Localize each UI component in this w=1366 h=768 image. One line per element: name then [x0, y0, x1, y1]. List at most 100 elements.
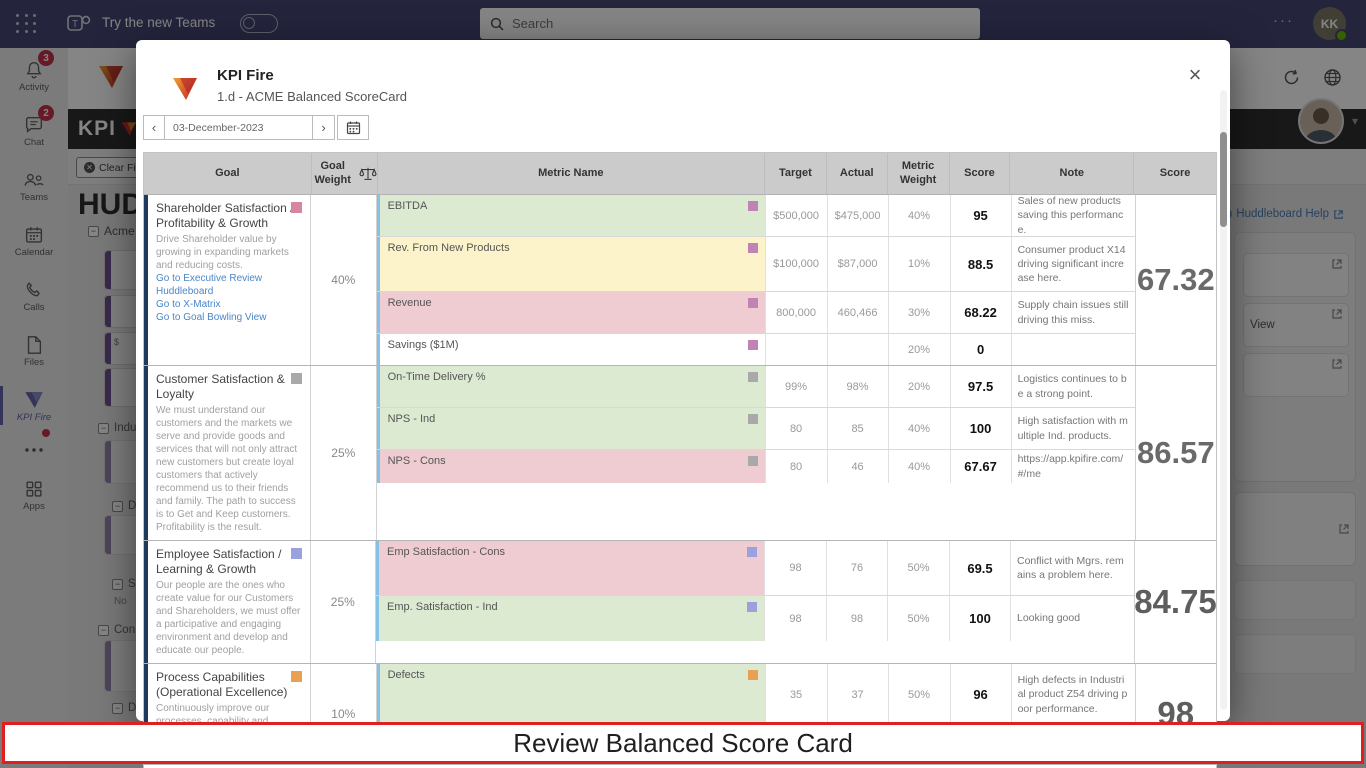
metric-score-cell: 69.5 [949, 541, 1010, 595]
metric-row: NPS - Cons 80 46 40% 67.67 https://app.kpifir… [376, 450, 1135, 483]
metric-actual-cell: $475,000 [826, 195, 888, 236]
metric-actual-cell: 37 [826, 664, 888, 725]
date-field[interactable]: 03-December-2023 [165, 115, 313, 140]
metric-score-cell: 67.67 [949, 450, 1011, 483]
metric-name-cell: Savings ($1M) [376, 334, 765, 365]
metric-score-cell: 88.5 [949, 237, 1011, 291]
metric-color-square [747, 372, 758, 382]
metric-actual-cell: 460,466 [826, 292, 888, 333]
metrics-column: EBITDA $500,000 $475,000 40% 95 Sales of new … [376, 195, 1135, 365]
metric-color-square [747, 243, 758, 253]
metric-target-cell: 35 [764, 664, 827, 725]
column-header-label: Target [778, 166, 812, 179]
metric-name-cell: NPS - Ind [376, 408, 765, 449]
column-header-metric-name: Metric Name [378, 153, 765, 194]
table-header-row: Goal Goal Weight Metric Name Target Actual Me… [144, 153, 1216, 195]
goal-group-row: Shareholder Satisfaction / Profitability… [144, 195, 1217, 366]
metric-target-cell [764, 334, 827, 365]
metric-weight-cell: 40% [887, 408, 950, 449]
metric-row: Defects 35 37 50% 96 High defects in Industri… [376, 664, 1135, 726]
metric-weight-cell: 40% [887, 195, 950, 236]
column-header-label: Note [1059, 166, 1084, 179]
goal-cell: Customer Satisfaction & Loyalty We must u… [144, 366, 311, 540]
metric-note-cell: Sales of new products saving this perfor… [1010, 195, 1135, 236]
metric-note-cell: https://app.kpifire.com/#/me [1010, 450, 1135, 483]
column-header-label: Metric Name [538, 166, 604, 179]
metric-weight-cell: 50% [887, 596, 949, 641]
metric-weight-cell: 20% [887, 334, 950, 365]
metric-score-cell: 97.5 [949, 366, 1011, 407]
calendar-picker-button[interactable] [337, 115, 369, 140]
metric-score-cell: 95 [949, 195, 1011, 236]
goal-score-cell: 86.57 [1134, 366, 1217, 540]
kpifire-scorecard-modal: × KPI Fire 1.d - ACME Balanced ScoreCard… [136, 40, 1230, 768]
goal-link[interactable]: Go to Goal Bowling View [156, 311, 302, 324]
metric-score-cell: 100 [949, 596, 1010, 641]
banner-label: Review Balanced Score Card [513, 727, 853, 758]
goal-weight-cell: 40% [311, 195, 377, 365]
metrics-column: Emp Satisfaction - Cons 98 76 50% 69.5 Confli… [376, 541, 1134, 663]
metric-note-cell: Looking good [1010, 596, 1134, 641]
column-header-label: Goal [215, 166, 240, 179]
next-date-button[interactable]: › [313, 115, 335, 140]
goal-color-square [290, 548, 302, 559]
metric-name-cell: Emp. Satisfaction - Ind [376, 596, 764, 641]
metric-name-cell: NPS - Cons [376, 450, 765, 483]
metrics-column: On-Time Delivery % 99% 98% 20% 97.5 Logistics… [376, 366, 1135, 540]
goal-name: Process Capabilities (Operational Excell… [156, 670, 288, 699]
metric-actual-cell: 46 [826, 450, 888, 483]
metric-color-square [747, 340, 758, 350]
metric-color-square [747, 298, 758, 308]
column-header-label: Score [964, 166, 995, 179]
column-header-label: Score [1159, 166, 1191, 179]
goal-weight-cell: 25% [310, 541, 376, 663]
metric-row: EBITDA $500,000 $475,000 40% 95 Sales of new … [376, 195, 1135, 237]
column-header-label: Goal Weight [314, 159, 351, 186]
column-header-score: Score [950, 153, 1011, 194]
modal-subtitle: 1.d - ACME Balanced ScoreCard [217, 89, 408, 104]
column-header-label: Metric Weight [899, 159, 937, 186]
metric-row: Savings ($1M) 20% 0 [376, 334, 1135, 365]
metric-actual-cell: 98% [826, 366, 888, 407]
metric-actual-cell [826, 334, 888, 365]
metric-target-cell: 98 [764, 541, 826, 595]
metric-score-cell: 68.22 [949, 292, 1011, 333]
close-icon[interactable]: × [1182, 62, 1208, 88]
metric-color-square [747, 602, 757, 612]
modal-title: KPI Fire [217, 67, 274, 84]
goal-description: Drive Shareholder value by growing in ex… [156, 234, 289, 271]
metric-row: Emp. Satisfaction - Ind 98 98 50% 100 Looking… [376, 596, 1134, 641]
column-header-metric-weight: Metric Weight [888, 153, 950, 194]
metric-weight-cell: 10% [887, 237, 950, 291]
goal-link[interactable]: Go to Executive Review Huddleboard [156, 272, 302, 298]
metric-note-cell: Conflict with Mgrs. remains a problem he… [1010, 541, 1134, 595]
metric-color-square [747, 547, 757, 557]
metric-name-cell: On-Time Delivery % [376, 366, 765, 407]
metric-target-cell: 80 [764, 450, 827, 483]
review-balanced-scorecard-banner[interactable]: Review Balanced Score Card [2, 722, 1364, 764]
metric-row: Emp Satisfaction - Cons 98 76 50% 69.5 Confli… [376, 541, 1134, 596]
metric-target-cell: 800,000 [764, 292, 827, 333]
scorecard-table: Goal Goal Weight Metric Name Target Actual Me… [143, 152, 1217, 768]
goal-color-square [291, 671, 302, 682]
goal-link[interactable]: Go to X-Matrix [156, 298, 302, 311]
metric-score-cell: 0 [949, 334, 1011, 365]
goal-name: Shareholder Satisfaction / Profitability… [156, 201, 294, 230]
goal-color-square [291, 202, 302, 213]
metric-row: NPS - Ind 80 85 40% 100 High satisfaction wit… [376, 408, 1135, 450]
metric-color-square [747, 201, 758, 211]
metric-name-cell: Rev. From New Products [376, 237, 765, 291]
goal-weight-cell: 25% [311, 366, 377, 540]
metric-actual-cell: $87,000 [826, 237, 888, 291]
goal-description: Our people are the ones who create value… [156, 580, 301, 656]
prev-date-button[interactable]: ‹ [143, 115, 165, 140]
metric-name-cell: EBITDA [376, 195, 765, 236]
modal-scrollbar[interactable] [1220, 90, 1227, 710]
metric-note-cell [1010, 334, 1135, 365]
scrollbar-thumb[interactable] [1220, 132, 1227, 227]
column-header-note: Note [1010, 153, 1135, 194]
metric-score-cell: 96 [949, 664, 1011, 725]
metric-note-cell: High satisfaction with multiple Ind. pro… [1010, 408, 1135, 449]
screen: T Try the new Teams ··· KK Activity3Chat… [0, 0, 1366, 768]
goal-name: Customer Satisfaction & Loyalty [156, 372, 285, 401]
